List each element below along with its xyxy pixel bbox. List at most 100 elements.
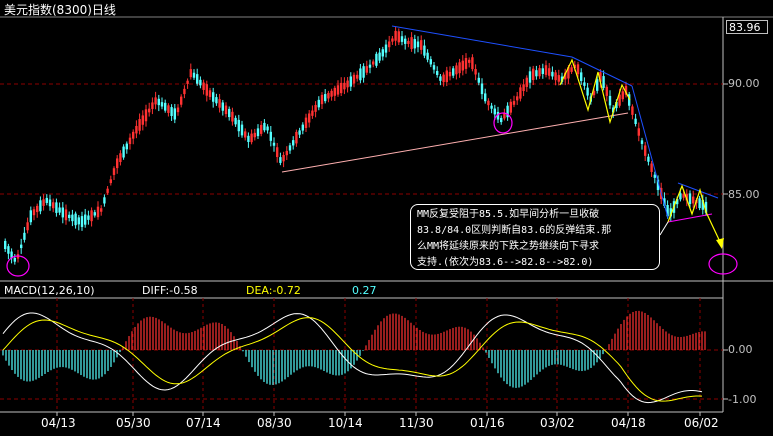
candle-body: [106, 188, 109, 193]
date-axis-label: 11/30: [399, 416, 434, 430]
candle-body: [23, 232, 26, 240]
candle-body: [602, 76, 605, 88]
candle-body: [186, 80, 189, 84]
date-axis-label: 04/18: [611, 416, 646, 430]
candle-body: [29, 210, 32, 223]
candle-body: [132, 131, 135, 139]
candle-body: [394, 30, 397, 41]
candle-body: [36, 205, 39, 213]
date-axis-label: 03/02: [540, 416, 575, 430]
candle-body: [324, 94, 327, 102]
candle-body: [301, 124, 304, 131]
candle-body: [160, 102, 164, 107]
candle-body: [410, 37, 413, 50]
candle-body: [221, 102, 224, 111]
candle-body: [157, 98, 160, 106]
candle-body: [653, 174, 656, 178]
candle-body: [45, 197, 48, 203]
candle-body: [493, 108, 496, 115]
candle-body: [298, 130, 301, 135]
support-trendline: [667, 213, 713, 223]
candle-body: [266, 126, 269, 131]
candle-body: [52, 202, 55, 209]
candle-body: [148, 108, 151, 113]
date-axis-label: 04/13: [41, 416, 76, 430]
candle-body: [202, 82, 205, 90]
candle-body: [4, 240, 7, 250]
candle-body: [58, 207, 61, 213]
candle-body: [522, 84, 525, 92]
candle-body: [455, 65, 458, 75]
candle-body: [388, 41, 391, 48]
candle-body: [93, 212, 96, 216]
candle-body: [48, 199, 52, 207]
candle-body: [224, 105, 228, 115]
candle-body: [138, 119, 141, 131]
candle-body: [208, 90, 212, 97]
resistance-trendline: [631, 85, 669, 219]
candle-body: [400, 36, 404, 42]
candle-body: [320, 94, 324, 105]
candle-body: [688, 193, 692, 204]
macd-dea-value: DEA:-0.72: [246, 284, 301, 297]
candle-body: [26, 222, 29, 231]
candle-body: [180, 96, 183, 105]
candle-body: [596, 79, 599, 91]
candle-body: [282, 154, 285, 162]
candle-body: [647, 156, 650, 162]
candle-body: [365, 66, 368, 73]
candle-body: [509, 101, 512, 113]
candle-body: [122, 146, 125, 158]
candle-body: [468, 59, 471, 63]
candle-body: [500, 117, 503, 123]
candle-body: [448, 71, 452, 77]
candle-body: [397, 31, 400, 43]
candle-body: [205, 84, 208, 96]
candle-body: [391, 38, 394, 42]
candle-body: [103, 197, 106, 204]
candle-body: [557, 75, 560, 82]
candle-body: [404, 38, 407, 44]
candle-body: [583, 82, 586, 86]
candle-body: [535, 70, 538, 77]
candle-body: [42, 199, 45, 206]
date-axis-label: 01/16: [470, 416, 505, 430]
candle-body: [128, 137, 132, 145]
candle-body: [192, 72, 196, 78]
candle-body: [634, 118, 637, 124]
candle-body: [176, 107, 180, 113]
candle-body: [445, 70, 448, 83]
candle-body: [167, 105, 170, 113]
candle-body: [295, 131, 298, 144]
candle-body: [135, 125, 138, 134]
support-trendline: [281, 112, 629, 173]
candle-body: [336, 85, 340, 95]
candle-body: [189, 69, 192, 78]
candle-body: [452, 68, 455, 76]
candle-body: [100, 208, 103, 212]
candle-body: [420, 40, 423, 50]
candle-body: [109, 179, 112, 184]
candle-body: [71, 214, 74, 222]
candle-body: [490, 105, 493, 109]
candle-body: [487, 100, 490, 106]
candle-body: [87, 215, 90, 220]
date-axis-label: 05/30: [116, 416, 151, 430]
candle-body: [580, 72, 583, 81]
candle-body: [432, 65, 436, 70]
candle-body: [151, 102, 154, 109]
candle-body: [68, 214, 71, 219]
candle-body: [237, 119, 240, 132]
candle-body: [352, 74, 356, 84]
candle-body: [32, 209, 36, 216]
candle-body: [269, 131, 272, 141]
candle-body: [170, 107, 173, 117]
candle-body: [650, 163, 653, 172]
candle-body: [372, 61, 375, 65]
annotation-line: 83.8/84.0区则判断自83.6的反弹结束.那: [417, 225, 612, 236]
candle-body: [368, 64, 372, 68]
candle-body: [692, 196, 695, 204]
candle-body: [637, 128, 640, 136]
candle-body: [212, 92, 215, 102]
price-axis-label: 90.00: [728, 77, 760, 90]
